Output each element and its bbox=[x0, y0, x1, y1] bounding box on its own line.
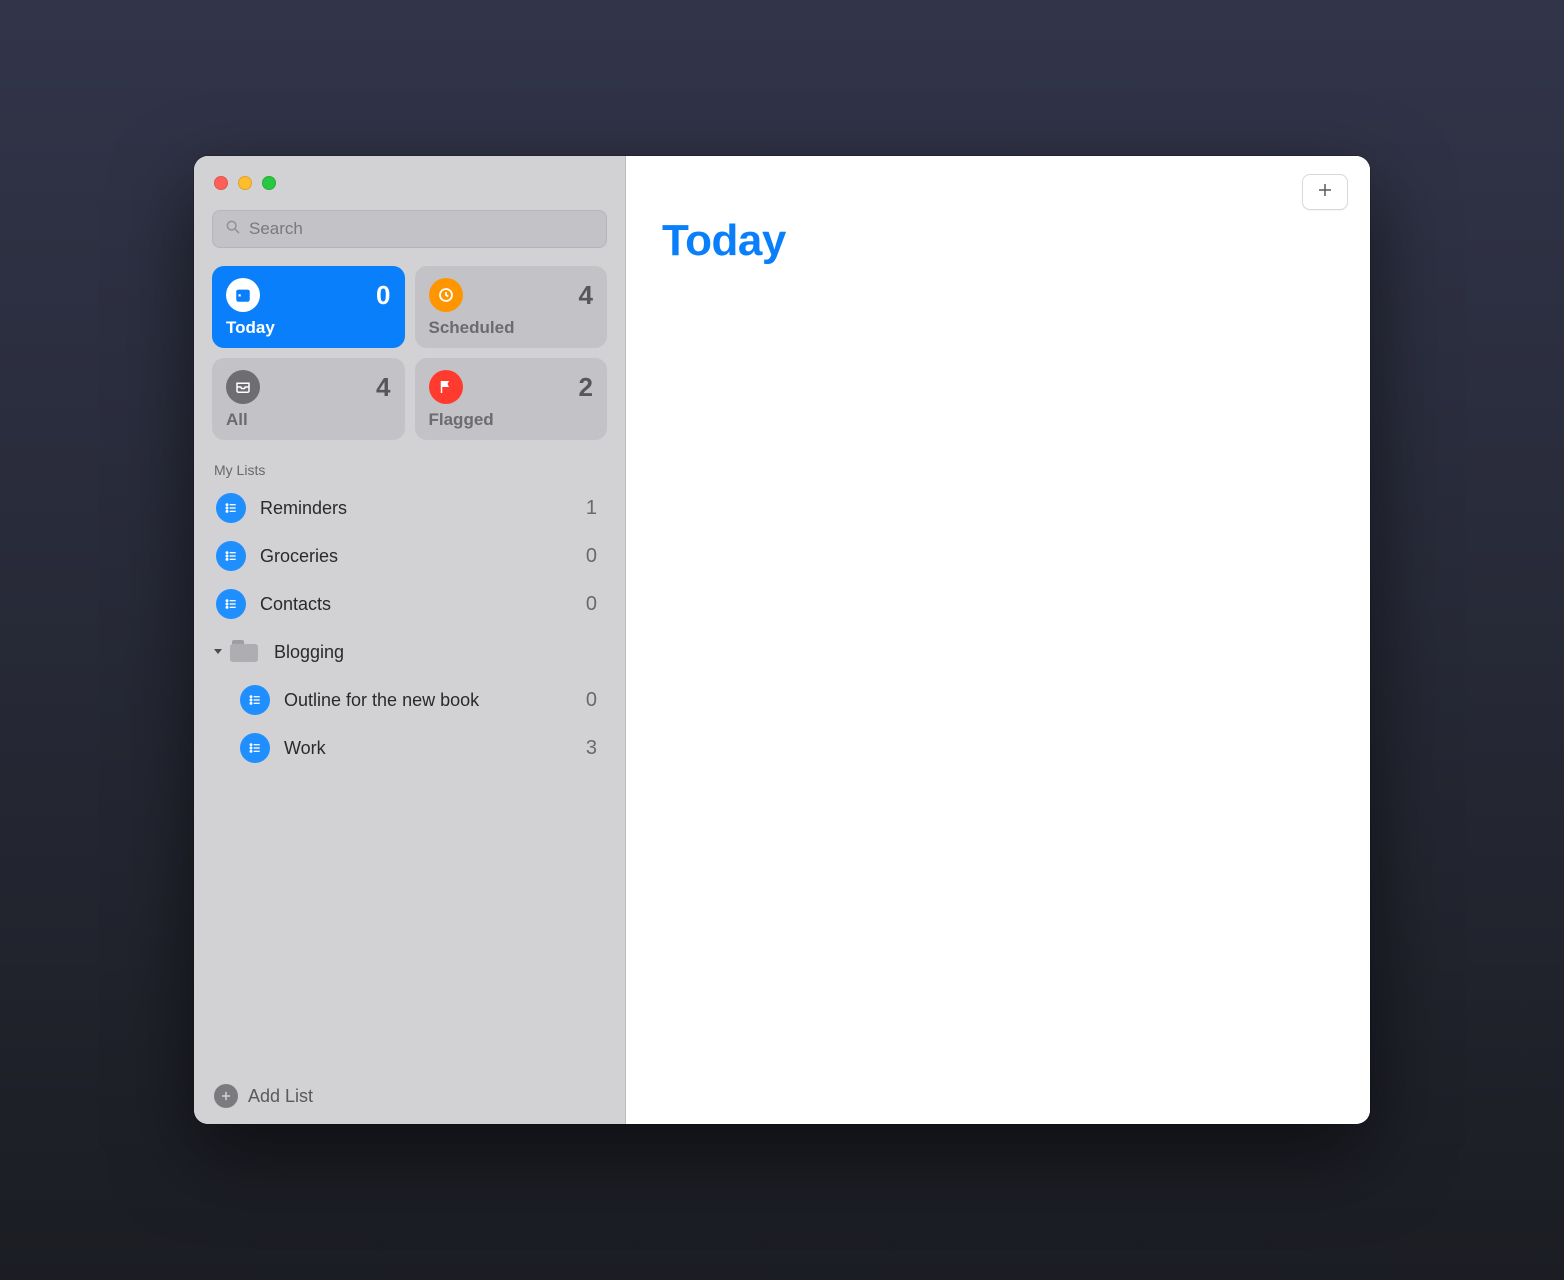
list-item-count: 0 bbox=[586, 593, 603, 616]
list-item-count: 3 bbox=[586, 737, 603, 760]
list-bullet-icon bbox=[240, 685, 270, 715]
folder-blogging[interactable]: Blogging bbox=[208, 628, 611, 676]
section-header-my-lists: My Lists bbox=[208, 460, 611, 484]
list-item-count: 0 bbox=[586, 689, 603, 712]
smart-list-label: All bbox=[226, 410, 391, 430]
list-bullet-icon bbox=[216, 493, 246, 523]
new-reminder-button[interactable] bbox=[1302, 174, 1348, 210]
list-item-reminders[interactable]: Reminders 1 bbox=[208, 484, 611, 532]
list-item-label: Work bbox=[284, 738, 586, 759]
flag-icon bbox=[429, 370, 463, 404]
list-item-count: 1 bbox=[586, 497, 603, 520]
main-content: Today bbox=[626, 156, 1370, 1124]
list-item-contacts[interactable]: Contacts 0 bbox=[208, 580, 611, 628]
window-controls bbox=[208, 172, 611, 210]
sidebar: 0 Today 4 Scheduled bbox=[194, 156, 626, 1124]
list-item-label: Reminders bbox=[260, 498, 586, 519]
list-item-label: Contacts bbox=[260, 594, 586, 615]
reminders-window: 0 Today 4 Scheduled bbox=[194, 156, 1370, 1124]
disclosure-triangle-icon[interactable] bbox=[208, 647, 228, 657]
search-input[interactable] bbox=[249, 219, 594, 239]
list-item-groceries[interactable]: Groceries 0 bbox=[208, 532, 611, 580]
minimize-window-button[interactable] bbox=[238, 176, 252, 190]
smart-lists: 0 Today 4 Scheduled bbox=[212, 266, 607, 440]
search-icon bbox=[225, 219, 241, 240]
search-field[interactable] bbox=[212, 210, 607, 248]
close-window-button[interactable] bbox=[214, 176, 228, 190]
clock-icon bbox=[429, 278, 463, 312]
folder-label: Blogging bbox=[274, 642, 603, 663]
list-item-count: 0 bbox=[586, 545, 603, 568]
folder-icon bbox=[230, 640, 260, 664]
smart-list-count: 4 bbox=[376, 372, 390, 403]
list-item-work[interactable]: Work 3 bbox=[208, 724, 611, 772]
smart-list-label: Flagged bbox=[429, 410, 594, 430]
smart-list-flagged[interactable]: 2 Flagged bbox=[415, 358, 608, 440]
list-item-outline[interactable]: Outline for the new book 0 bbox=[208, 676, 611, 724]
calendar-today-icon bbox=[226, 278, 260, 312]
tray-icon bbox=[226, 370, 260, 404]
plus-circle-icon bbox=[214, 1084, 238, 1108]
smart-list-label: Today bbox=[226, 318, 391, 338]
page-title: Today bbox=[662, 216, 1334, 266]
smart-list-count: 0 bbox=[376, 280, 390, 311]
smart-list-label: Scheduled bbox=[429, 318, 594, 338]
add-list-label: Add List bbox=[248, 1086, 313, 1107]
plus-icon bbox=[1316, 181, 1334, 204]
list-item-label: Groceries bbox=[260, 546, 586, 567]
smart-list-count: 4 bbox=[579, 280, 593, 311]
smart-list-scheduled[interactable]: 4 Scheduled bbox=[415, 266, 608, 348]
smart-list-today[interactable]: 0 Today bbox=[212, 266, 405, 348]
smart-list-all[interactable]: 4 All bbox=[212, 358, 405, 440]
smart-list-count: 2 bbox=[579, 372, 593, 403]
list-bullet-icon bbox=[240, 733, 270, 763]
fullscreen-window-button[interactable] bbox=[262, 176, 276, 190]
add-list-button[interactable]: Add List bbox=[208, 1076, 611, 1112]
list-bullet-icon bbox=[216, 589, 246, 619]
list-bullet-icon bbox=[216, 541, 246, 571]
list-item-label: Outline for the new book bbox=[284, 690, 586, 711]
